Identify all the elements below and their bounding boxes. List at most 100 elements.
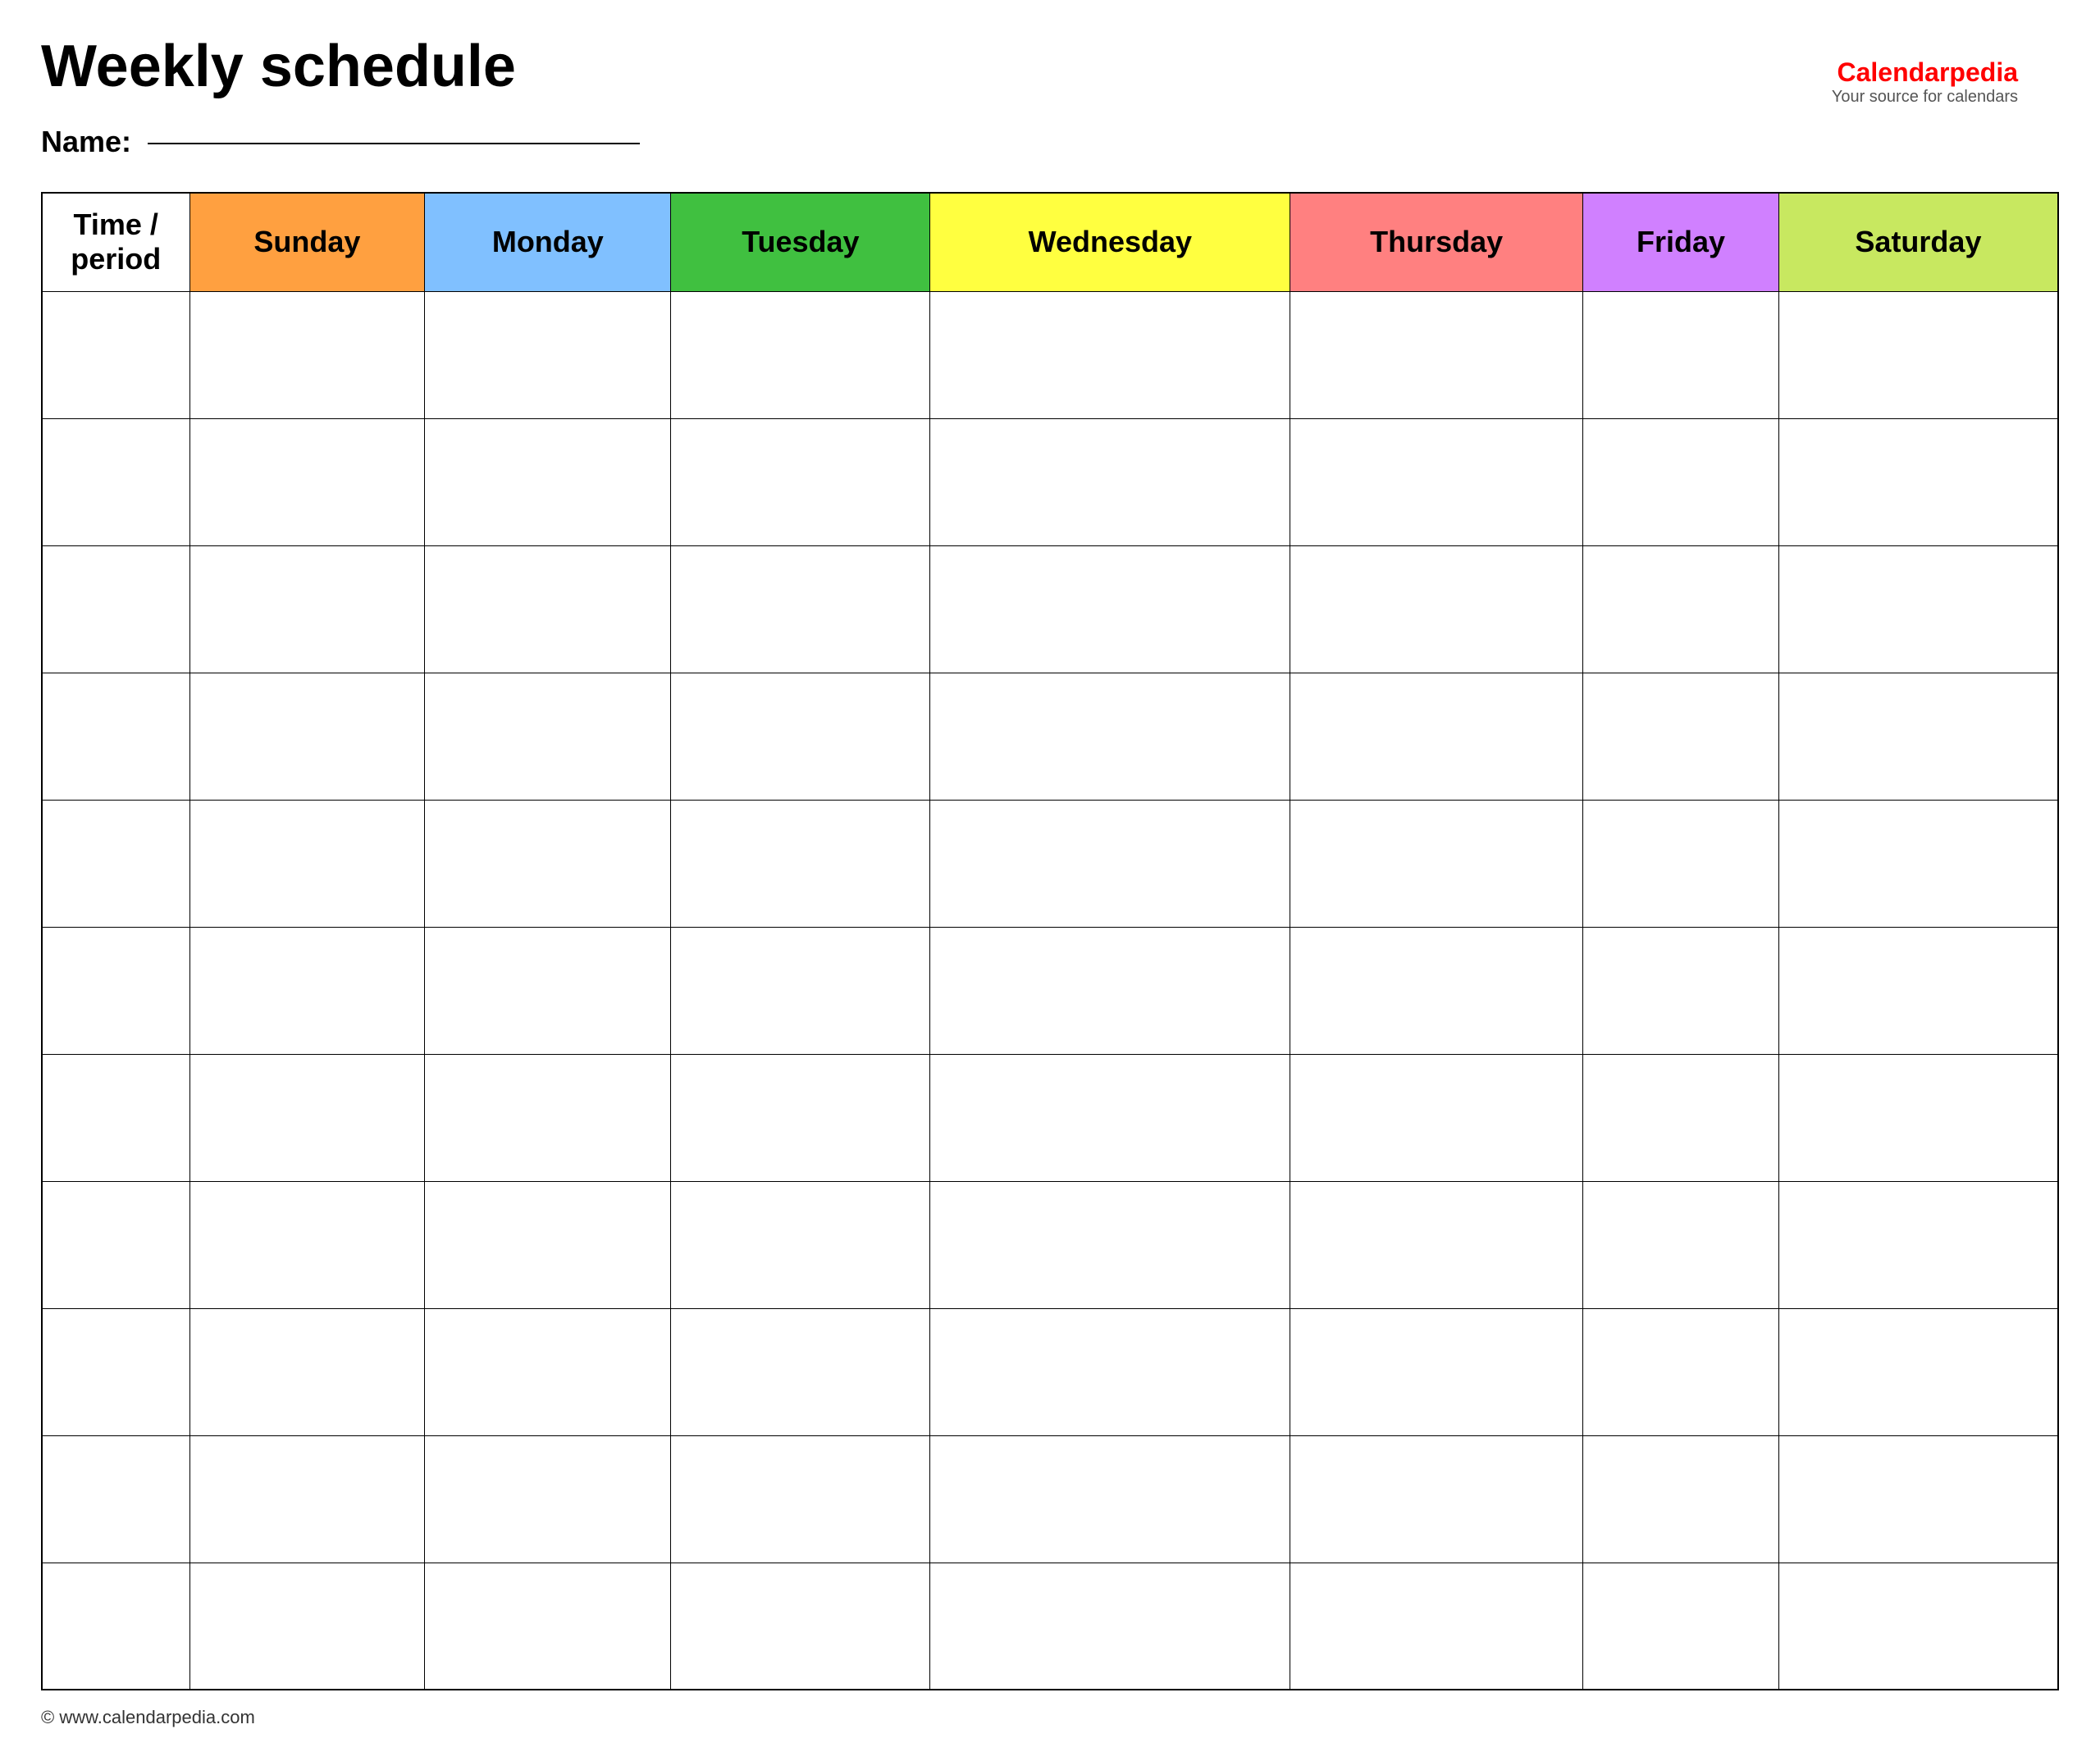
day-cell[interactable] <box>671 1308 930 1435</box>
day-cell[interactable] <box>1583 418 1779 545</box>
day-cell[interactable] <box>189 1563 425 1690</box>
day-cell[interactable] <box>425 927 671 1054</box>
name-label: Name: <box>41 125 131 158</box>
day-cell[interactable] <box>671 1563 930 1690</box>
day-cell[interactable] <box>189 927 425 1054</box>
time-cell[interactable] <box>42 291 189 418</box>
logo-calendar-part1: Calendar <box>1837 57 1949 87</box>
day-cell[interactable] <box>1778 1054 2058 1181</box>
table-row <box>42 927 2058 1054</box>
day-cell[interactable] <box>425 545 671 673</box>
day-cell[interactable] <box>425 1435 671 1563</box>
day-cell[interactable] <box>425 291 671 418</box>
day-cell[interactable] <box>1583 1308 1779 1435</box>
day-cell[interactable] <box>930 1054 1290 1181</box>
day-cell[interactable] <box>1290 545 1583 673</box>
day-cell[interactable] <box>1583 673 1779 800</box>
day-cell[interactable] <box>1290 673 1583 800</box>
day-cell[interactable] <box>1583 927 1779 1054</box>
day-cell[interactable] <box>671 291 930 418</box>
day-cell[interactable] <box>930 545 1290 673</box>
day-cell[interactable] <box>425 1563 671 1690</box>
day-cell[interactable] <box>1583 1054 1779 1181</box>
day-cell[interactable] <box>1778 1563 2058 1690</box>
day-cell[interactable] <box>425 1308 671 1435</box>
day-cell[interactable] <box>189 1435 425 1563</box>
day-cell[interactable] <box>1583 1563 1779 1690</box>
day-cell[interactable] <box>671 800 930 927</box>
day-cell[interactable] <box>930 1563 1290 1690</box>
day-cell[interactable] <box>1290 1181 1583 1308</box>
day-cell[interactable] <box>1778 291 2058 418</box>
table-row <box>42 1435 2058 1563</box>
table-row <box>42 800 2058 927</box>
day-cell[interactable] <box>930 1435 1290 1563</box>
day-cell[interactable] <box>1290 418 1583 545</box>
day-cell[interactable] <box>1583 1435 1779 1563</box>
day-cell[interactable] <box>671 545 930 673</box>
day-cell[interactable] <box>671 927 930 1054</box>
day-cell[interactable] <box>1778 1308 2058 1435</box>
table-row <box>42 418 2058 545</box>
day-cell[interactable] <box>930 1308 1290 1435</box>
name-row: Name: <box>41 125 2059 159</box>
day-cell[interactable] <box>1290 1308 1583 1435</box>
time-cell[interactable] <box>42 1308 189 1435</box>
day-cell[interactable] <box>930 1181 1290 1308</box>
day-cell[interactable] <box>189 418 425 545</box>
day-cell[interactable] <box>1290 927 1583 1054</box>
day-cell[interactable] <box>1583 800 1779 927</box>
time-cell[interactable] <box>42 1563 189 1690</box>
day-cell[interactable] <box>1290 1054 1583 1181</box>
day-cell[interactable] <box>189 800 425 927</box>
day-cell[interactable] <box>1778 1435 2058 1563</box>
day-cell[interactable] <box>671 1054 930 1181</box>
day-cell[interactable] <box>425 673 671 800</box>
day-cell[interactable] <box>1290 1563 1583 1690</box>
day-cell[interactable] <box>189 1054 425 1181</box>
day-cell[interactable] <box>930 927 1290 1054</box>
day-cell[interactable] <box>671 1181 930 1308</box>
day-cell[interactable] <box>671 673 930 800</box>
day-cell[interactable] <box>189 545 425 673</box>
table-row <box>42 1308 2058 1435</box>
day-cell[interactable] <box>425 800 671 927</box>
day-cell[interactable] <box>1778 673 2058 800</box>
day-cell[interactable] <box>189 1181 425 1308</box>
time-cell[interactable] <box>42 1435 189 1563</box>
day-cell[interactable] <box>1290 1435 1583 1563</box>
header-thursday: Thursday <box>1290 193 1583 291</box>
logo-tagline: Your source for calendars <box>1832 88 2018 107</box>
day-cell[interactable] <box>189 1308 425 1435</box>
header-friday: Friday <box>1583 193 1779 291</box>
day-cell[interactable] <box>1290 800 1583 927</box>
day-cell[interactable] <box>1778 418 2058 545</box>
day-cell[interactable] <box>425 1181 671 1308</box>
day-cell[interactable] <box>425 1054 671 1181</box>
day-cell[interactable] <box>930 418 1290 545</box>
day-cell[interactable] <box>930 800 1290 927</box>
day-cell[interactable] <box>1583 291 1779 418</box>
time-cell[interactable] <box>42 673 189 800</box>
day-cell[interactable] <box>1778 927 2058 1054</box>
time-cell[interactable] <box>42 800 189 927</box>
time-cell[interactable] <box>42 1054 189 1181</box>
table-row <box>42 545 2058 673</box>
day-cell[interactable] <box>189 291 425 418</box>
day-cell[interactable] <box>1583 1181 1779 1308</box>
day-cell[interactable] <box>1583 545 1779 673</box>
time-cell[interactable] <box>42 927 189 1054</box>
day-cell[interactable] <box>671 418 930 545</box>
day-cell[interactable] <box>189 673 425 800</box>
time-cell[interactable] <box>42 418 189 545</box>
time-cell[interactable] <box>42 1181 189 1308</box>
day-cell[interactable] <box>1778 545 2058 673</box>
day-cell[interactable] <box>425 418 671 545</box>
time-cell[interactable] <box>42 545 189 673</box>
day-cell[interactable] <box>1290 291 1583 418</box>
day-cell[interactable] <box>1778 800 2058 927</box>
day-cell[interactable] <box>930 291 1290 418</box>
day-cell[interactable] <box>930 673 1290 800</box>
day-cell[interactable] <box>1778 1181 2058 1308</box>
day-cell[interactable] <box>671 1435 930 1563</box>
